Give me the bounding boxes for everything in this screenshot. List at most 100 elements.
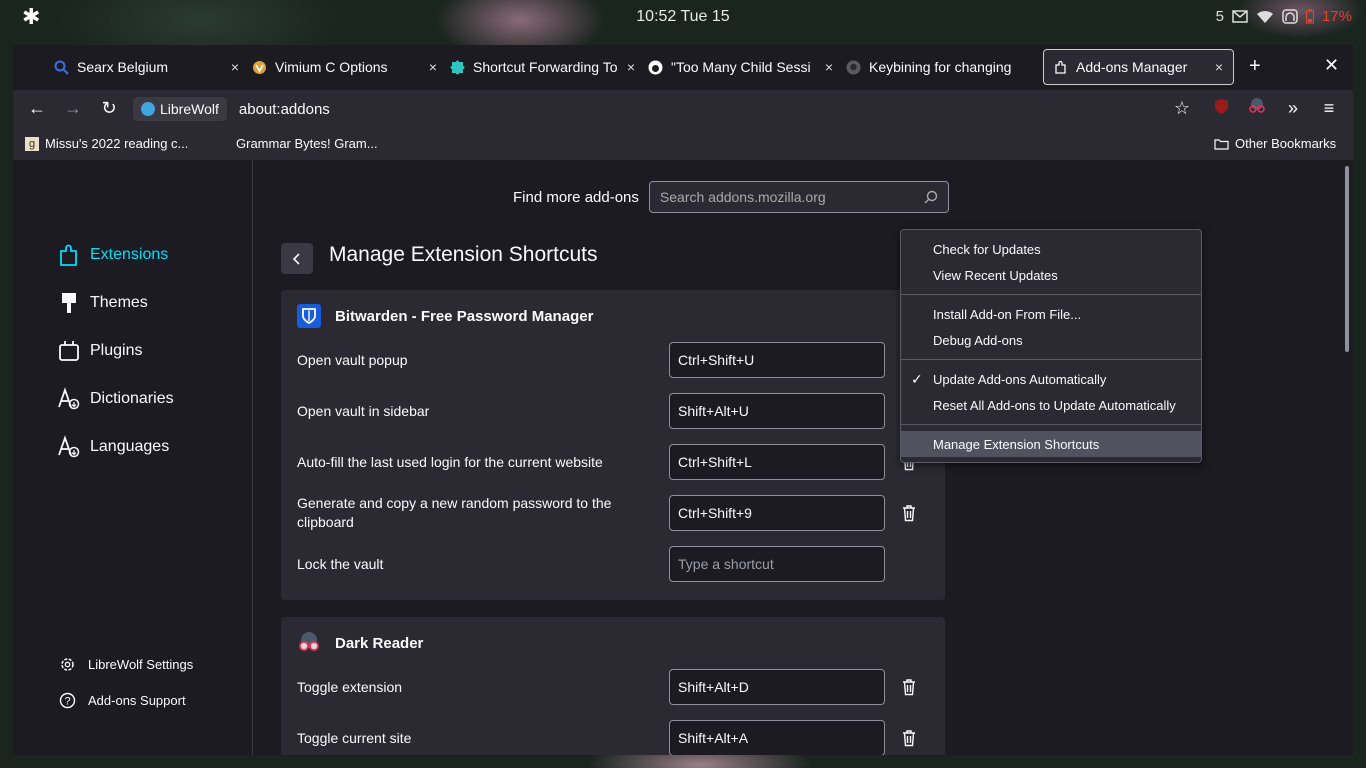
category-themes[interactable]: Themes: [58, 291, 148, 315]
shortcut-row: Generate and copy a new random password …: [297, 495, 927, 531]
tab-addons-manager[interactable]: Add-ons Manager ×: [1043, 49, 1234, 85]
shortcut-input[interactable]: Shift+Alt+D: [669, 669, 885, 705]
close-tab-icon[interactable]: ×: [425, 59, 441, 75]
menu-item-debug-addons[interactable]: Debug Add-ons: [901, 327, 1201, 353]
shortcut-label: Auto-fill the last used login for the cu…: [297, 453, 603, 470]
page-scrollbar[interactable]: [1343, 160, 1351, 755]
menu-item-reset-update-automatically[interactable]: Reset All Add-ons to Update Automaticall…: [901, 392, 1201, 418]
addons-support-link[interactable]: ? Add-ons Support: [59, 692, 186, 709]
shortcut-input[interactable]: Ctrl+Shift+9: [669, 495, 885, 531]
bookmark-label: Grammar Bytes! Gram...: [236, 136, 378, 151]
dark-reader-icon[interactable]: [1246, 98, 1268, 119]
other-bookmarks[interactable]: Other Bookmarks: [1214, 136, 1336, 151]
close-tab-icon[interactable]: ×: [227, 59, 243, 75]
checkmark-icon: ✓: [911, 371, 923, 387]
librewolf-logo-icon: [141, 102, 155, 116]
category-label: Plugins: [90, 342, 143, 359]
scrollbar-thumb[interactable]: [1345, 166, 1349, 352]
search-icon: [53, 59, 69, 75]
shortcut-input[interactable]: Shift+Alt+A: [669, 720, 885, 755]
ublock-origin-icon[interactable]: [1210, 98, 1232, 120]
shortcut-input[interactable]: Type a shortcut: [669, 546, 885, 582]
trash-icon[interactable]: [901, 504, 917, 522]
close-window-button[interactable]: ✕: [1324, 55, 1339, 76]
system-tray[interactable]: 5 17%: [1216, 8, 1352, 25]
find-more-label: Find more add-ons: [513, 188, 639, 206]
battery-percent: 17%: [1321, 8, 1352, 25]
wifi-icon: [1256, 10, 1273, 23]
category-plugins[interactable]: Plugins: [58, 339, 142, 363]
category-label: Languages: [90, 438, 170, 455]
bookmark-item[interactable]: Grammar Bytes! Gram...: [236, 136, 378, 151]
category-languages[interactable]: Languages: [58, 435, 169, 459]
tab-vimium[interactable]: Vimium C Options ×: [251, 49, 441, 85]
reddit-icon: [647, 59, 663, 75]
bookmark-item[interactable]: g Missu's 2022 reading c...: [25, 136, 188, 151]
tab-label: Add-ons Manager: [1076, 59, 1188, 75]
category-label: Dictionaries: [90, 390, 174, 407]
menu-item-install-from-file[interactable]: Install Add-on From File...: [901, 301, 1201, 327]
menu-item-update-automatically[interactable]: ✓ Update Add-ons Automatically: [901, 366, 1201, 392]
menu-item-manage-shortcuts[interactable]: Manage Extension Shortcuts: [901, 431, 1201, 457]
mail-icon: [1232, 10, 1248, 23]
category-extensions[interactable]: Extensions: [58, 243, 168, 267]
folder-icon: [1214, 138, 1229, 150]
tab-searx[interactable]: Searx Belgium ×: [53, 49, 243, 85]
trash-icon[interactable]: [901, 678, 917, 696]
librewolf-settings-link[interactable]: LibreWolf Settings: [59, 656, 193, 673]
tab-github[interactable]: Keybining for changing: [845, 49, 1035, 85]
tab-label: Shortcut Forwarding To: [473, 59, 617, 75]
shortcut-label: Lock the vault: [297, 555, 384, 572]
help-icon: ?: [59, 692, 76, 709]
forward-button[interactable]: →: [62, 98, 84, 119]
bookmark-star-icon[interactable]: ☆: [1171, 98, 1193, 119]
category-dictionaries[interactable]: Dictionaries: [58, 387, 174, 411]
shortcut-input[interactable]: Ctrl+Shift+L: [669, 444, 885, 480]
vimium-icon: [251, 59, 267, 75]
extension-card-bitwarden: Bitwarden - Free Password Manager Open v…: [281, 290, 945, 600]
search-placeholder: Search addons.mozilla.org: [659, 189, 826, 205]
category-label: Themes: [90, 294, 148, 311]
dictionaries-icon: [58, 387, 80, 410]
menu-item-check-updates[interactable]: Check for Updates: [901, 236, 1201, 262]
tab-reddit[interactable]: "Too Many Child Sessi ×: [647, 49, 837, 85]
other-bookmarks-label: Other Bookmarks: [1235, 136, 1337, 151]
shortcut-row: Lock the vault Type a shortcut: [297, 546, 927, 582]
tab-label: Searx Belgium: [77, 59, 169, 75]
battery-icon: [1305, 9, 1314, 24]
extensions-icon: [60, 244, 77, 266]
addons-search-input[interactable]: Search addons.mozilla.org: [648, 181, 949, 213]
url-bar[interactable]: LibreWolf about:addons: [133, 95, 1153, 123]
close-tab-icon[interactable]: ×: [1211, 59, 1227, 75]
menu-item-view-recent-updates[interactable]: View Recent Updates: [901, 262, 1201, 288]
bookmarks-toolbar: g Missu's 2022 reading c... Grammar Bytes…: [13, 128, 1353, 160]
identity-box[interactable]: LibreWolf: [133, 97, 227, 121]
close-tab-icon[interactable]: ×: [821, 59, 837, 75]
headphones-icon: [1282, 9, 1298, 24]
trash-icon[interactable]: [901, 729, 917, 747]
clock[interactable]: 10:52 Tue 15: [0, 8, 1366, 26]
hamburger-menu-icon[interactable]: ≡: [1318, 98, 1340, 119]
shortcut-row: Auto-fill the last used login for the cu…: [297, 444, 927, 480]
shortcut-input[interactable]: Ctrl+Shift+U: [669, 342, 885, 378]
puzzle-icon: [449, 59, 465, 75]
back-button[interactable]: ←: [26, 98, 48, 119]
settings-label: LibreWolf Settings: [88, 657, 194, 672]
shortcut-label: Toggle current site: [297, 729, 412, 746]
page-title: Manage Extension Shortcuts: [329, 243, 598, 266]
shortcut-label: Open vault popup: [297, 351, 408, 368]
goodreads-icon: g: [25, 136, 39, 151]
new-tab-button[interactable]: +: [1249, 55, 1261, 78]
find-more-addons: Find more add-ons Search addons.mozilla.…: [513, 181, 949, 213]
notification-count: 5: [1215, 8, 1224, 25]
reload-button[interactable]: ↻: [98, 98, 120, 119]
shortcut-row: Open vault in sidebar Shift+Alt+U: [297, 393, 927, 429]
url-text[interactable]: about:addons: [239, 101, 330, 118]
extension-name: Dark Reader: [335, 634, 424, 652]
back-arrow-button[interactable]: [281, 243, 313, 274]
overflow-menu-icon[interactable]: »: [1282, 98, 1304, 119]
gear-icon: [61, 658, 74, 671]
shortcut-input[interactable]: Shift+Alt+U: [669, 393, 885, 429]
close-tab-icon[interactable]: ×: [623, 59, 639, 75]
tab-shortcut-forwarding[interactable]: Shortcut Forwarding To ×: [449, 49, 639, 85]
